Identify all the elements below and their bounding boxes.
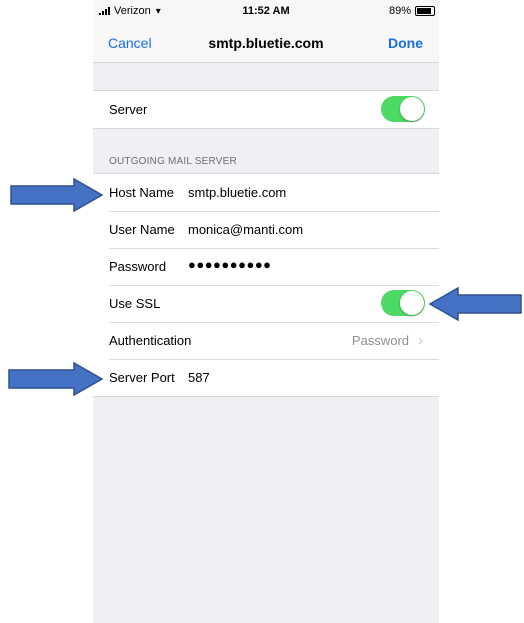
battery-status: 89%	[389, 5, 435, 17]
user-name-label: User Name	[109, 222, 175, 237]
authentication-value: Password	[351, 333, 409, 348]
use-ssl-toggle[interactable]	[381, 290, 425, 316]
user-name-field[interactable]: monica@manti.com	[188, 222, 303, 237]
authentication-label: Authentication	[109, 333, 192, 348]
arrow-icon	[428, 287, 522, 321]
server-port-row[interactable]: Server Port 587	[93, 359, 439, 396]
use-ssl-label: Use SSL	[109, 296, 161, 311]
host-name-field[interactable]: smtp.bluetie.com	[188, 185, 286, 200]
server-port-field[interactable]: 587	[188, 370, 210, 385]
server-port-label: Server Port	[109, 370, 175, 385]
phone-screen: Verizon ▾ 11:52 AM 89% Cancel smtp.bluet…	[93, 0, 439, 623]
server-row: Server	[93, 91, 439, 128]
host-name-row[interactable]: Host Name smtp.bluetie.com	[93, 174, 439, 211]
outgoing-server-group: Host Name smtp.bluetie.com User Name mon…	[93, 173, 439, 397]
chevron-right-icon: ›	[418, 332, 423, 348]
section-header-outgoing: OUTGOING MAIL SERVER	[109, 156, 237, 167]
server-group: Server	[93, 90, 439, 129]
user-name-row[interactable]: User Name monica@manti.com	[93, 211, 439, 248]
battery-percent: 89%	[388, 5, 411, 17]
arrow-icon	[8, 362, 104, 396]
done-button[interactable]: Done	[388, 35, 423, 51]
password-label: Password	[109, 259, 167, 274]
status-bar: Verizon ▾ 11:52 AM 89%	[93, 0, 439, 22]
arrow-icon	[10, 178, 104, 212]
use-ssl-row: Use SSL	[93, 285, 439, 322]
password-row[interactable]: Password ●●●●●●●●●●	[93, 248, 439, 285]
toggle-knob	[400, 97, 424, 121]
password-field[interactable]: ●●●●●●●●●●	[188, 257, 272, 272]
authentication-row[interactable]: Authentication Password ›	[93, 322, 439, 359]
host-name-label: Host Name	[109, 185, 175, 200]
navigation-bar: Cancel smtp.bluetie.com Done	[93, 22, 439, 63]
toggle-knob	[400, 291, 424, 315]
battery-icon	[415, 6, 435, 16]
status-time: 11:52 AM	[242, 5, 290, 17]
server-toggle[interactable]	[381, 96, 425, 122]
server-label: Server	[109, 102, 148, 117]
